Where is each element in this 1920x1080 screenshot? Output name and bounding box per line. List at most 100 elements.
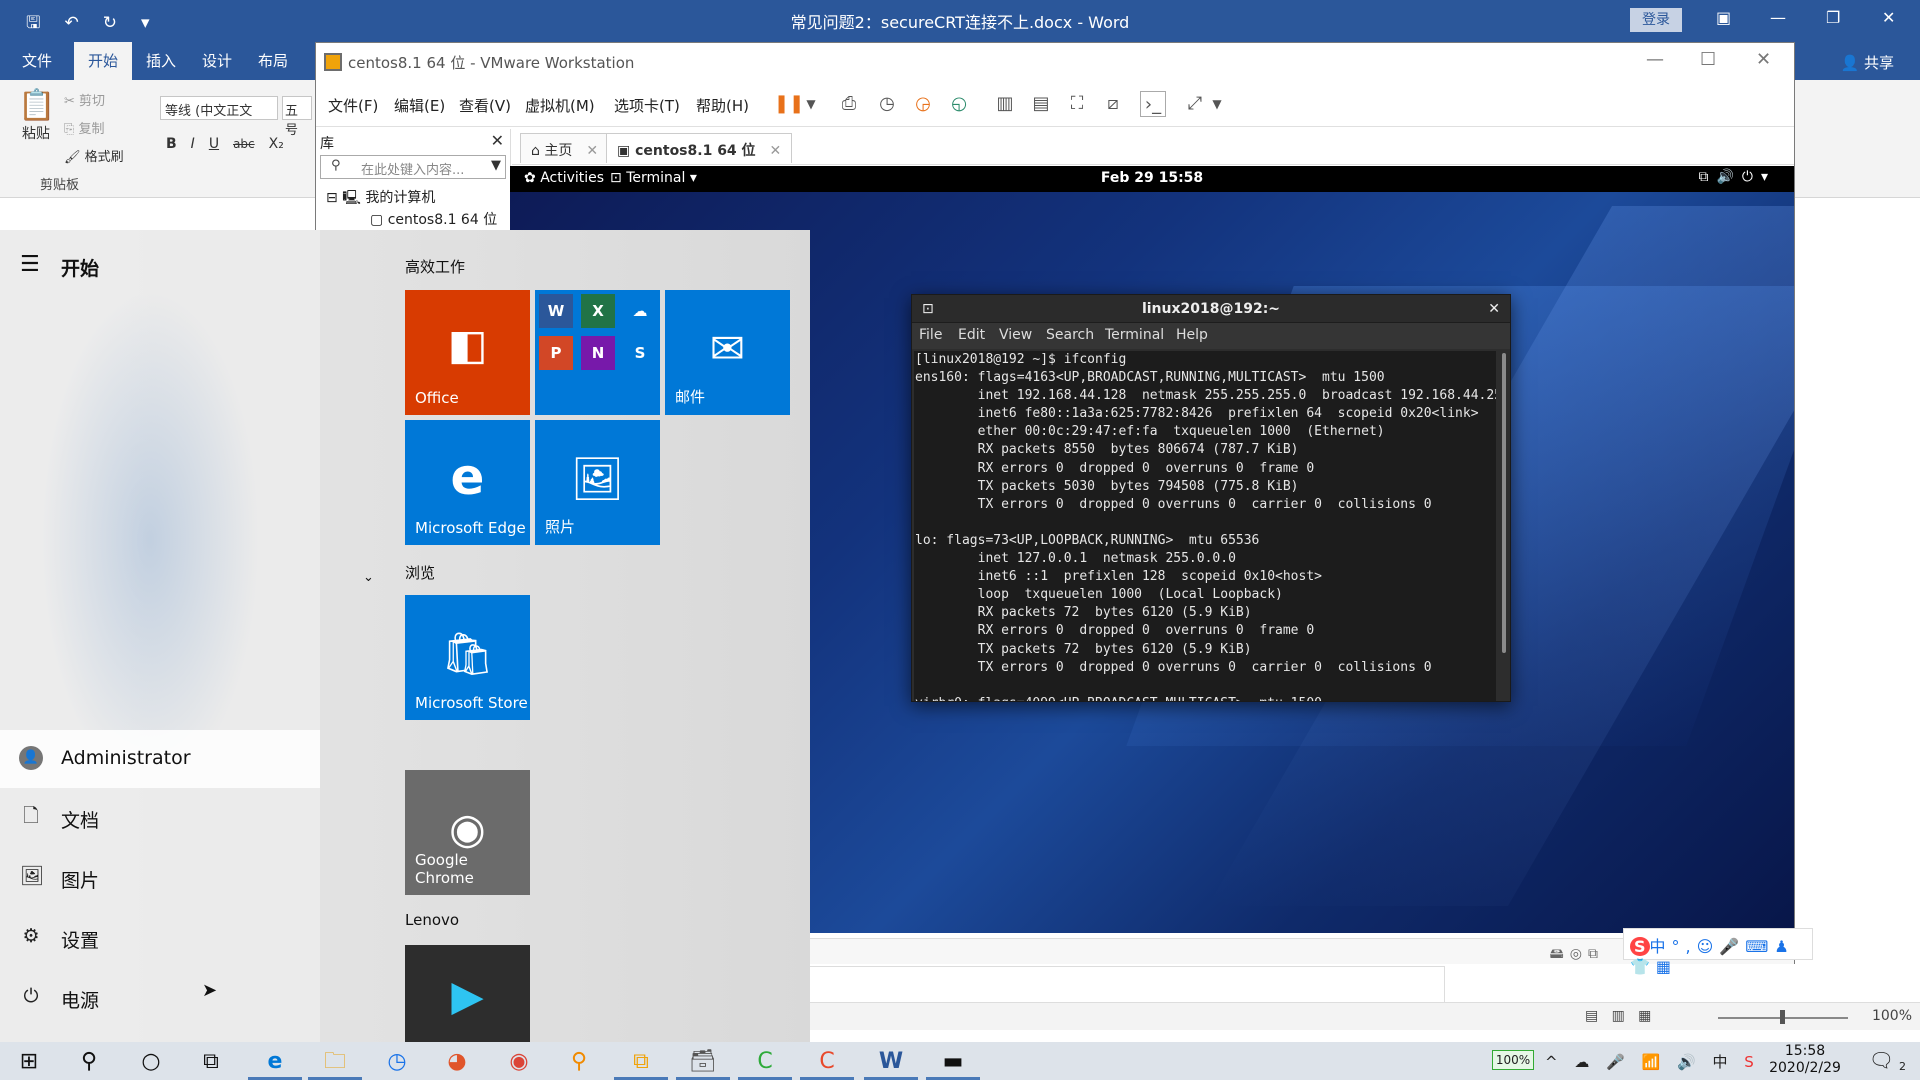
edge-taskbar-icon[interactable]: e bbox=[248, 1044, 302, 1080]
tile-office-apps-folder[interactable]: W X ☁ P N S bbox=[535, 290, 660, 415]
console-view-icon[interactable]: ›_ bbox=[1140, 91, 1166, 117]
user-icon[interactable]: ♟ bbox=[1774, 937, 1794, 956]
skin-icon[interactable]: 👕 bbox=[1630, 957, 1656, 976]
gnome-system-tray[interactable]: ⧉🔊⏻▾ bbox=[1698, 169, 1776, 185]
device-status-icons[interactable]: 🖴◎⧉ bbox=[1550, 943, 1604, 967]
minimize-icon[interactable]: — bbox=[1770, 8, 1786, 27]
maximize-icon[interactable]: ☐ bbox=[1700, 49, 1716, 70]
collapse-group-icon[interactable]: ⌄ bbox=[363, 570, 374, 585]
terminal-window[interactable]: ⊡ linux2018@192:~ ✕ File Edit View Searc… bbox=[911, 294, 1511, 702]
red-c-app-icon[interactable]: C bbox=[800, 1044, 854, 1080]
group-title-lenovo[interactable]: Lenovo bbox=[405, 911, 459, 929]
format-painter-button[interactable]: 🖌 格式刷 bbox=[64, 146, 124, 165]
terminal-taskbar-icon[interactable]: ▬ bbox=[926, 1044, 980, 1080]
menu-vm[interactable]: 虚拟机(M) bbox=[525, 95, 595, 116]
power-button[interactable]: ⏻ 电源 bbox=[0, 969, 320, 1027]
italic-button[interactable]: I bbox=[191, 136, 195, 152]
pictures-button[interactable]: 🖼 图片 bbox=[0, 849, 320, 907]
file-explorer-icon[interactable]: 🗀 bbox=[308, 1044, 362, 1080]
grid-icon[interactable]: ▦ bbox=[1656, 957, 1677, 976]
pause-dropdown-icon[interactable]: ▼ bbox=[798, 91, 824, 117]
menu-help[interactable]: 帮助(H) bbox=[696, 95, 749, 116]
menu-view[interactable]: View bbox=[999, 327, 1032, 343]
close-library-icon[interactable]: ✕ bbox=[491, 131, 504, 150]
collapse-icon[interactable]: ⊟ bbox=[326, 190, 338, 206]
action-center-icon[interactable]: 🗨 bbox=[1869, 1048, 1894, 1072]
user-account-button[interactable]: 👤 Administrator bbox=[0, 730, 320, 788]
minimize-icon[interactable]: — bbox=[1646, 49, 1664, 70]
close-icon[interactable]: ✕ bbox=[1756, 49, 1771, 70]
tab-file[interactable]: 文件 bbox=[10, 42, 64, 80]
taskbar-clock[interactable]: 15:58 2020/2/29 bbox=[1760, 1043, 1850, 1077]
tab-home[interactable]: ⌂ 主页 ✕ bbox=[520, 133, 610, 163]
sogou-icon[interactable]: S bbox=[1630, 937, 1650, 956]
system-tray-icons[interactable]: ^ ☁ 🎤 📶 🔊 中 S bbox=[1545, 1051, 1760, 1072]
search-app-icon[interactable]: ⚲ bbox=[552, 1044, 606, 1080]
settings-button[interactable]: ⚙ 设置 bbox=[0, 909, 320, 967]
menu-tabs[interactable]: 选项卡(T) bbox=[614, 95, 680, 116]
terminal-title-bar[interactable]: ⊡ linux2018@192:~ ✕ bbox=[912, 295, 1510, 323]
tile-chrome[interactable]: ◉ Google Chrome bbox=[405, 770, 530, 895]
revert-snapshot-icon[interactable]: ◶ bbox=[910, 91, 936, 117]
battery-indicator[interactable]: 100% bbox=[1492, 1050, 1534, 1070]
terminal-scrollbar[interactable] bbox=[1502, 353, 1506, 653]
close-icon[interactable]: ✕ bbox=[1882, 8, 1895, 27]
menu-search[interactable]: Search bbox=[1046, 327, 1094, 343]
group-title-productivity[interactable]: 高效工作 bbox=[405, 256, 465, 277]
snapshot-icon[interactable]: ◷ bbox=[874, 91, 900, 117]
documents-button[interactable]: 🗋 文档 bbox=[0, 789, 320, 847]
tab-vm[interactable]: ▣ centos8.1 64 位 ✕ bbox=[606, 133, 793, 163]
ime-toolbar[interactable]: S 中°,☺🎤⌨♟ 👕▦ bbox=[1623, 928, 1813, 976]
search-icon[interactable]: ⚲ bbox=[62, 1044, 116, 1080]
tile-video-player[interactable]: ▶ bbox=[405, 945, 530, 1042]
close-tab-icon[interactable]: ✕ bbox=[586, 143, 598, 159]
bold-button[interactable]: B bbox=[166, 136, 177, 152]
library-search-input[interactable]: ⚲ 在此处键入内容... ▼ bbox=[320, 155, 506, 179]
pause-icon[interactable]: ❚❚ bbox=[774, 91, 804, 117]
tree-item-vm[interactable]: ▢ centos8.1 64 位 bbox=[370, 209, 497, 229]
show-library-icon[interactable]: ▥ bbox=[992, 91, 1018, 117]
terminal-output[interactable]: [linux2018@192 ~]$ ifconfig ens160: flags… bbox=[914, 351, 1496, 701]
tab-home[interactable]: 开始 bbox=[74, 42, 132, 80]
cut-button[interactable]: ✂ 剪切 bbox=[64, 90, 105, 109]
menu-file[interactable]: File bbox=[919, 327, 942, 343]
share-button[interactable]: 👤 共享 bbox=[1841, 52, 1894, 73]
tile-photos[interactable]: 🖼 照片 bbox=[535, 420, 660, 545]
subscript-button[interactable]: X₂ bbox=[269, 136, 284, 152]
ribbon-display-icon[interactable]: ▣ bbox=[1716, 8, 1731, 27]
font-size-select[interactable]: 五号 bbox=[282, 96, 312, 138]
menu-help[interactable]: Help bbox=[1176, 327, 1208, 343]
menu-view[interactable]: 查看(V) bbox=[459, 95, 511, 116]
strikethrough-button[interactable]: abc bbox=[233, 137, 255, 151]
menu-edit[interactable]: Edit bbox=[958, 327, 985, 343]
view-buttons[interactable]: ▤ ▥ ▦ bbox=[1585, 1008, 1651, 1024]
underline-button[interactable]: U bbox=[209, 136, 219, 152]
tree-item-my-computer[interactable]: ⊟ 🖳 我的计算机 bbox=[326, 187, 435, 211]
punctuation-icon[interactable]: °, bbox=[1672, 937, 1697, 956]
task-view-icon[interactable]: ⧉ bbox=[184, 1044, 238, 1080]
close-tab-icon[interactable]: ✕ bbox=[770, 143, 782, 159]
document-page[interactable] bbox=[800, 966, 1445, 1004]
close-icon[interactable]: ✕ bbox=[1488, 295, 1500, 323]
restore-icon[interactable]: ❐ bbox=[1826, 8, 1840, 27]
font-name-select[interactable]: 等线 (中文正文 bbox=[160, 96, 278, 120]
mic-icon[interactable]: 🎤 bbox=[1719, 937, 1745, 956]
paste-button[interactable]: 📋 粘贴 bbox=[18, 88, 55, 143]
tab-insert[interactable]: 插入 bbox=[136, 42, 186, 80]
tile-office[interactable]: ◧ Office bbox=[405, 290, 530, 415]
chevron-down-icon[interactable]: ▼ bbox=[491, 158, 501, 173]
group-title-browse[interactable]: 浏览 bbox=[405, 562, 435, 583]
keyboard-icon[interactable]: ⌨ bbox=[1745, 937, 1774, 956]
send-keys-icon[interactable]: ⎙ bbox=[836, 91, 862, 117]
windows-start-icon[interactable]: ⊞ bbox=[2, 1044, 56, 1080]
green-c-app-icon[interactable]: C bbox=[738, 1044, 792, 1080]
menu-file[interactable]: 文件(F) bbox=[328, 95, 378, 116]
login-button[interactable]: 登录 bbox=[1630, 8, 1682, 32]
word-taskbar-icon[interactable]: W bbox=[864, 1044, 918, 1080]
hamburger-icon[interactable]: ☰ bbox=[20, 252, 40, 277]
chinese-mode-icon[interactable]: 中 bbox=[1650, 937, 1672, 956]
menu-terminal[interactable]: Terminal bbox=[1105, 327, 1164, 343]
full-screen-icon[interactable]: ⛶ bbox=[1064, 91, 1090, 117]
gnome-clock[interactable]: Feb 29 15:58 bbox=[510, 170, 1794, 186]
chrome-taskbar-icon[interactable]: ◉ bbox=[492, 1044, 546, 1080]
